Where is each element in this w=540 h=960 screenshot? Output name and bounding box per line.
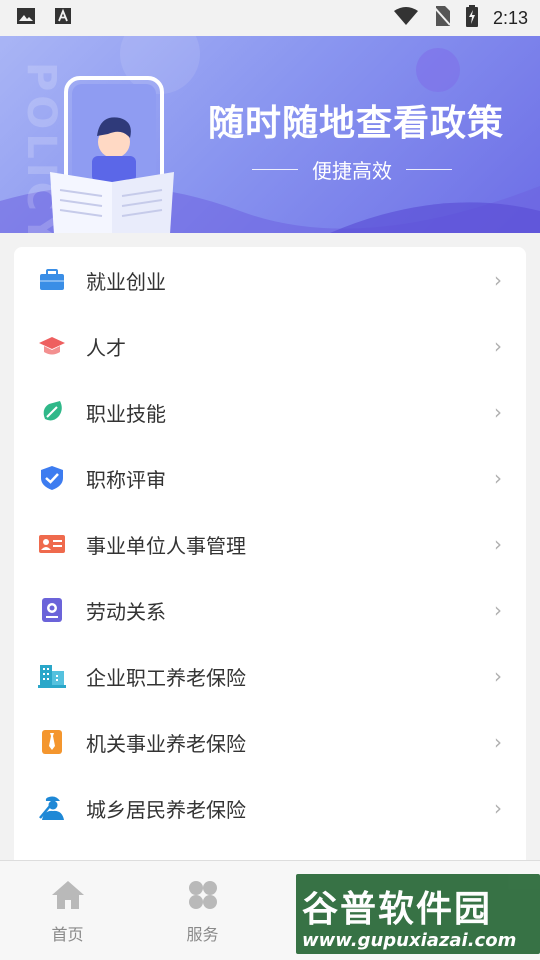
chevron-right-icon: › [494,268,502,292]
list-item-labor-relations[interactable]: 劳动关系 › [14,577,526,643]
watermark-title: 谷普软件园 [302,889,493,930]
list-item-label: 事业单位人事管理 [86,533,246,558]
list-item-label: 就业创业 [86,269,166,294]
list-item-label: 职业技能 [86,401,166,426]
wifi-icon [393,6,419,30]
subtitle-line-left [252,168,298,170]
grid-icon [187,879,219,915]
necktie-icon [38,728,66,756]
list-item-label: 劳动关系 [86,599,166,624]
battery-charging-icon [465,5,479,31]
list-item-title-review[interactable]: 职称评审 › [14,445,526,511]
briefcase-icon [38,266,66,294]
graduation-cap-icon [38,332,66,360]
chevron-right-icon: › [494,796,502,820]
chevron-right-icon: › [494,532,502,556]
document-badge-icon [38,596,66,624]
status-time: 2:13 [492,7,528,28]
policy-category-list: 就业创业 › 人才 › 职业技能 › 职称评审 › 事业单位人事管理 › 劳动关 [14,247,526,887]
list-item-enterprise-pension[interactable]: 企业职工养老保险 › [14,643,526,709]
watermark-logo: 谷普软件园 www.gupuxiazai.com [296,874,540,954]
id-card-icon [38,530,66,558]
policy-banner: POLICY 随时随地查看政策 便捷高效 [0,36,540,233]
worker-icon [38,794,66,822]
chevron-right-icon: › [494,400,502,424]
list-item-resident-pension[interactable]: 城乡居民养老保险 › [14,775,526,841]
font-a-icon [54,7,72,29]
chevron-right-icon: › [494,664,502,688]
list-item-label: 企业职工养老保险 [86,665,246,690]
nav-label: 服务 [186,925,219,944]
watermark-url: www.gupuxiazai.com [302,930,517,951]
nav-home[interactable]: 首页 [0,861,135,960]
chevron-right-icon: › [494,730,502,754]
list-item-label: 机关事业养老保险 [86,731,246,756]
home-icon [51,879,85,915]
tag-icon [38,398,66,426]
no-sim-icon [433,5,451,31]
list-item-label: 人才 [86,335,126,360]
list-item-label: 城乡居民养老保险 [86,797,246,822]
list-item-government-pension[interactable]: 机关事业养老保险 › [14,709,526,775]
banner-title: 随时随地查看政策 [208,103,505,144]
image-icon [16,6,36,30]
list-item-label: 职称评审 [86,467,166,492]
list-item-employment[interactable]: 就业创业 › [14,247,526,313]
building-icon [38,662,66,690]
list-item-vocational-skills[interactable]: 职业技能 › [14,379,526,445]
list-item-talent[interactable]: 人才 › [14,313,526,379]
subtitle-line-right [406,168,452,170]
chevron-right-icon: › [494,466,502,490]
chevron-right-icon: › [494,334,502,358]
status-bar: 2:13 [0,0,540,36]
phone-reader-illustration [50,76,174,233]
banner-subtitle: 便捷高效 [312,158,392,183]
list-item-institution-personnel[interactable]: 事业单位人事管理 › [14,511,526,577]
chevron-right-icon: › [494,598,502,622]
nav-services[interactable]: 服务 [135,861,270,960]
nav-label: 首页 [51,925,84,944]
shield-check-icon [38,464,66,492]
banner-subtitle-row: 便捷高效 [244,154,460,184]
